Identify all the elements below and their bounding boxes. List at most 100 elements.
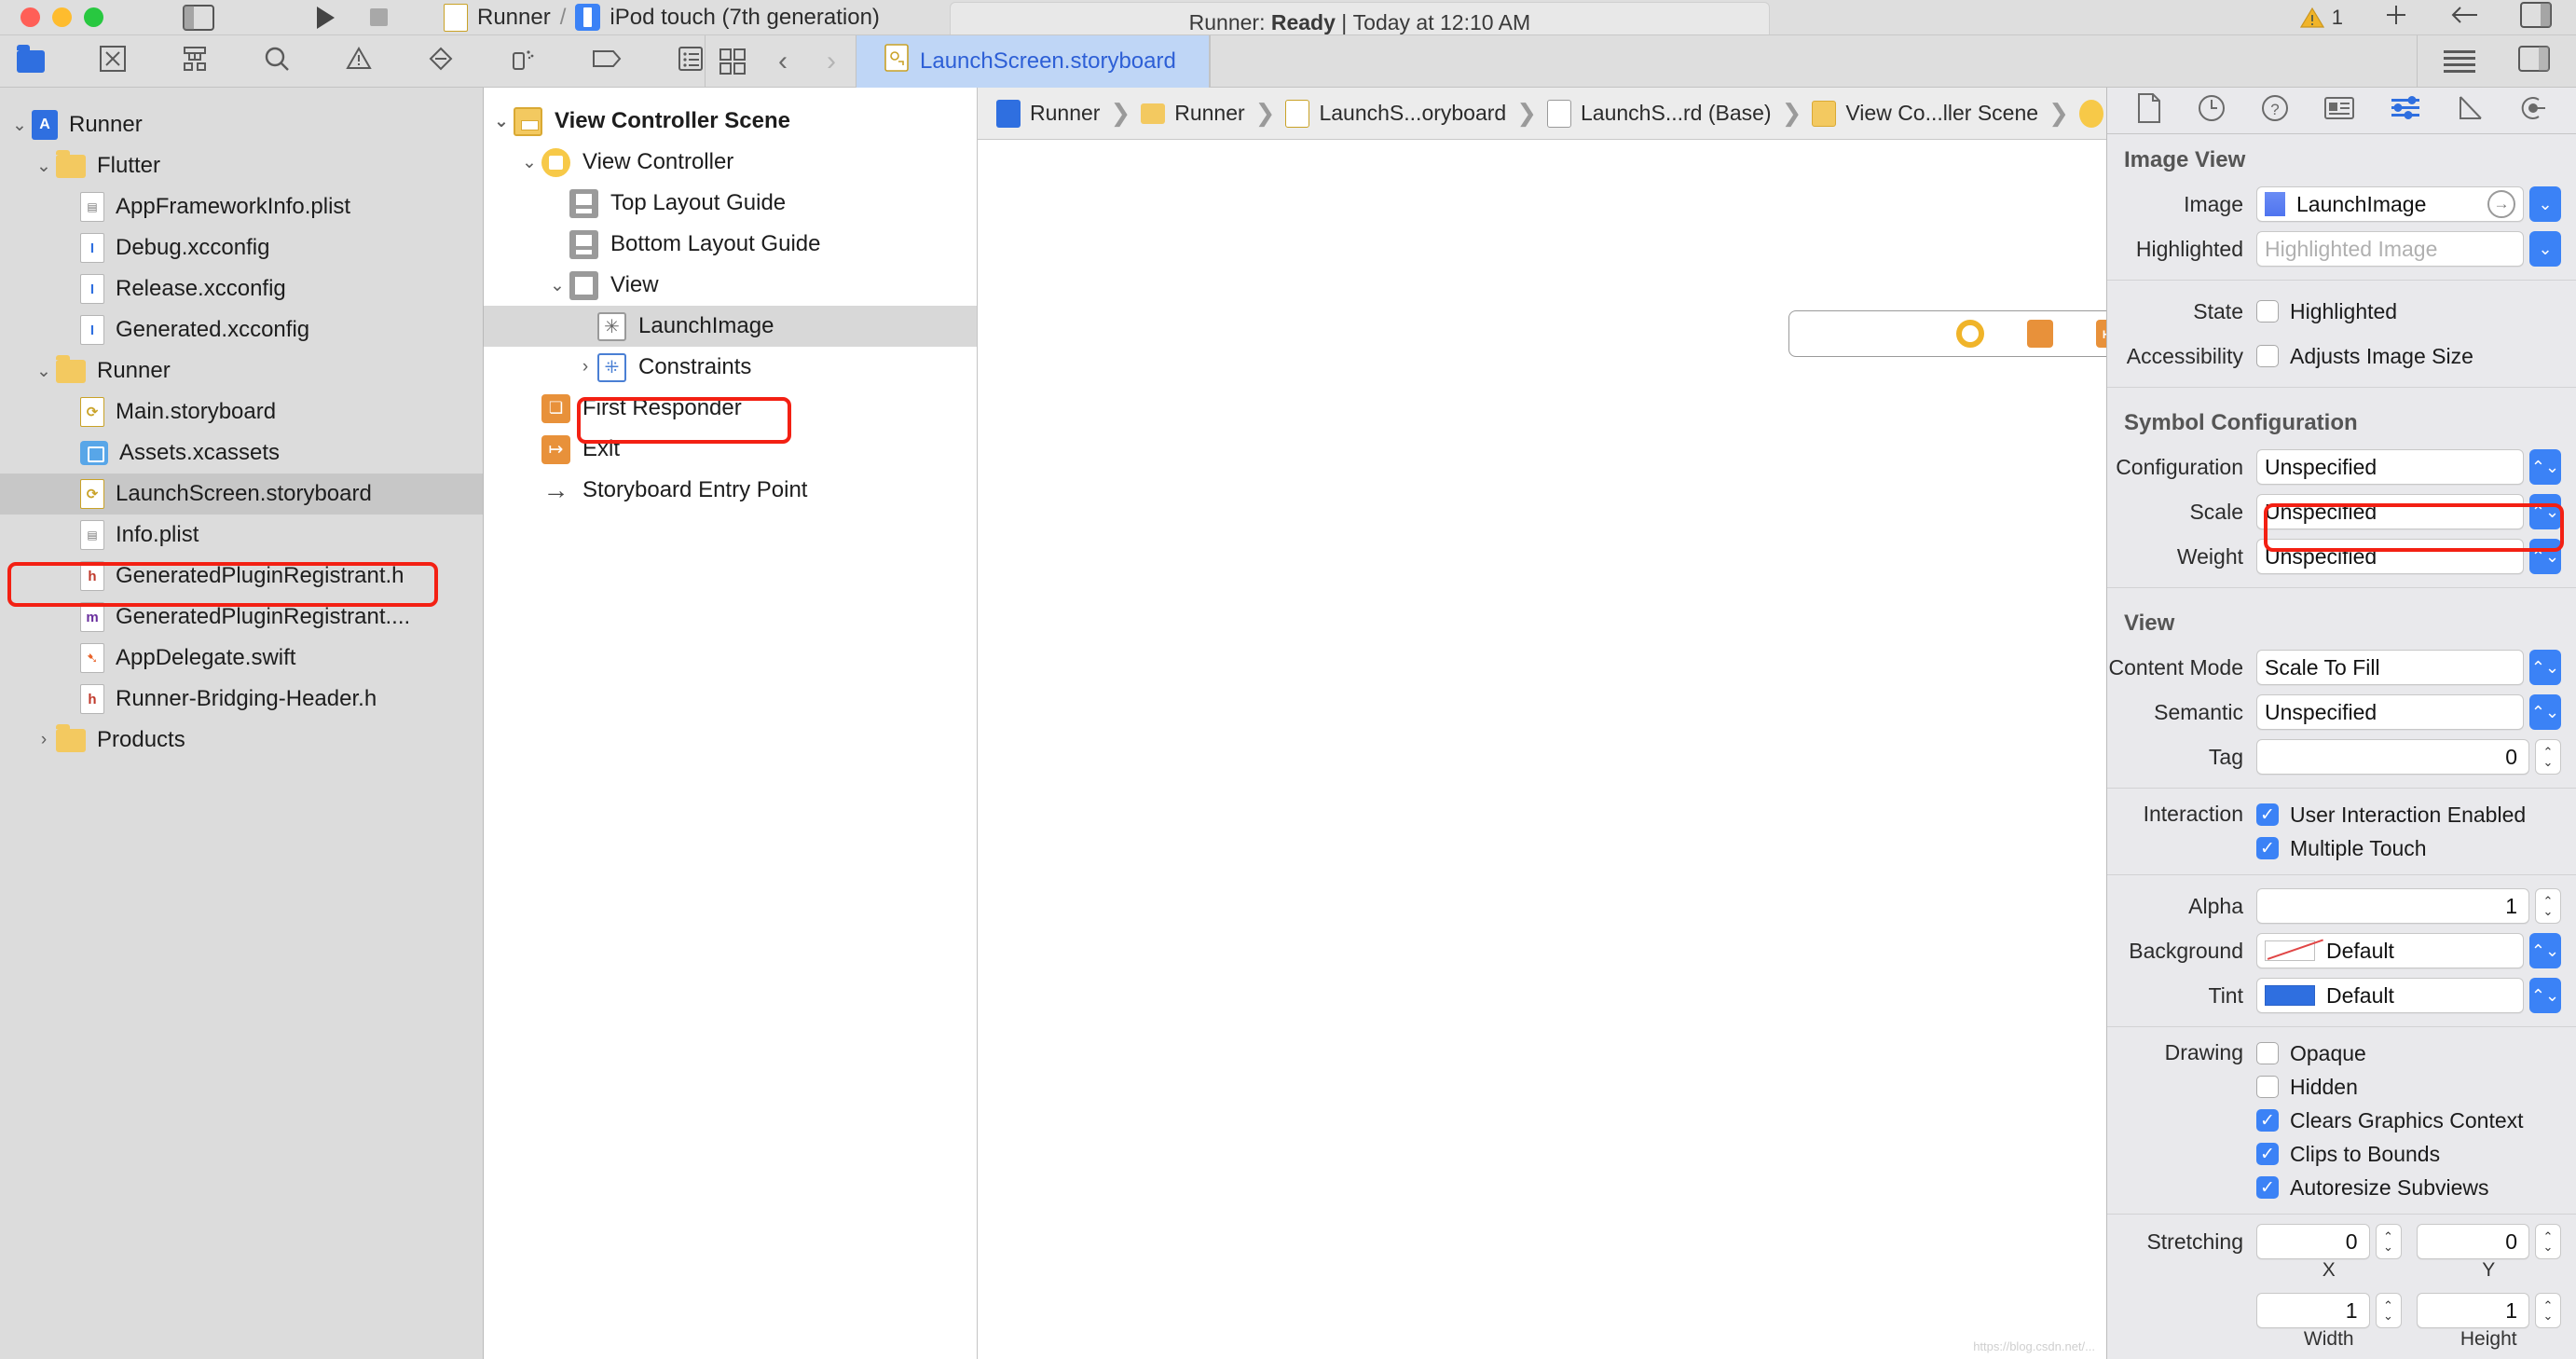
semantic-select[interactable]: Unspecified — [2256, 694, 2524, 730]
crossbox-icon[interactable] — [99, 45, 127, 77]
configuration-select[interactable]: Unspecified — [2256, 449, 2524, 485]
list-icon[interactable] — [677, 45, 705, 77]
clears-graphics-context-checkbox[interactable]: Clears Graphics Context — [2256, 1104, 2524, 1137]
interface-builder-canvas[interactable]: 离梦想很近的地方 离梦想很近的地方 — [978, 140, 2106, 1359]
outline-item-top-layout-guide[interactable]: Top Layout Guide — [484, 183, 977, 224]
toggle-inspector-icon[interactable] — [2520, 2, 2552, 33]
reveal-image-icon[interactable]: → — [2487, 190, 2515, 218]
state-highlighted-checkbox[interactable]: Highlighted — [2256, 295, 2397, 328]
exit-icon[interactable] — [2096, 320, 2106, 348]
tint-select[interactable]: Default — [2256, 978, 2524, 1013]
search-icon[interactable] — [263, 45, 291, 77]
navigator-item-generatedpluginregistrant[interactable]: m GeneratedPluginRegistrant.... — [0, 597, 483, 638]
background-stepper-button[interactable]: ⌃⌄ — [2529, 933, 2561, 968]
stretch-width-field[interactable]: 1 — [2256, 1293, 2370, 1328]
opaque-checkbox[interactable]: Opaque — [2256, 1036, 2366, 1070]
disclosure-triangle-open[interactable]: ⌄ — [545, 275, 569, 296]
background-select[interactable]: Default — [2256, 933, 2524, 968]
first-responder-icon[interactable] — [2027, 320, 2053, 348]
spray-icon[interactable] — [509, 45, 537, 77]
navigator-item-appframeworkinfo-plist[interactable]: ▤ AppFrameworkInfo.plist — [0, 186, 483, 227]
tint-stepper-button[interactable]: ⌃⌄ — [2529, 978, 2561, 1013]
window-controls[interactable] — [0, 7, 103, 27]
stretch-y-field[interactable]: 0 — [2416, 1224, 2529, 1259]
navigator-item-info-plist[interactable]: ▤ Info.plist — [0, 515, 483, 556]
list-view-icon[interactable] — [2444, 49, 2475, 73]
content-mode-select[interactable]: Scale To Fill — [2256, 650, 2524, 685]
image-field[interactable]: LaunchImage → — [2256, 186, 2524, 222]
breadcrumb-item-runner[interactable]: Runner — [996, 99, 1100, 128]
outline-item-constraints[interactable]: › Constraints — [484, 347, 977, 388]
navigator-item-release-xcconfig[interactable]: I Release.xcconfig — [0, 268, 483, 309]
run-button[interactable] — [317, 6, 335, 29]
outline-item-view-controller-scene[interactable]: ⌄ View Controller Scene — [484, 101, 977, 142]
navigator-item-debug-xcconfig[interactable]: I Debug.xcconfig — [0, 227, 483, 268]
tab-overview-button[interactable] — [705, 34, 759, 88]
history-inspector-icon[interactable] — [2197, 93, 2227, 128]
content-mode-stepper-button[interactable]: ⌃⌄ — [2529, 650, 2561, 685]
navigator-item-generated-xcconfig[interactable]: I Generated.xcconfig — [0, 309, 483, 350]
weight-select[interactable]: Unspecified — [2256, 539, 2524, 574]
navigator-item-generatedpluginregistrant-h[interactable]: h GeneratedPluginRegistrant.h — [0, 556, 483, 597]
toggle-navigator-icon[interactable] — [183, 4, 214, 31]
stretch-width-stepper[interactable]: ⌃ ⌄ — [2375, 1293, 2402, 1328]
warning-count-badge[interactable]: 1 — [2299, 6, 2343, 30]
disclosure-triangle-open[interactable]: ⌄ — [489, 111, 514, 132]
scale-stepper-button[interactable]: ⌃⌄ — [2529, 494, 2561, 529]
navigator-item-runner[interactable]: ⌄ Runner — [0, 104, 483, 145]
breadcrumb-item-view-co-ller-scene[interactable]: View Co...ller Scene — [1812, 100, 2038, 127]
breadcrumb-item-launchs-oryboard[interactable]: LaunchS...oryboard — [1285, 99, 1506, 128]
navigator-item-runner[interactable]: ⌄ Runner — [0, 350, 483, 391]
go-back-button[interactable]: ‹ — [759, 35, 807, 88]
disclosure-triangle-open[interactable]: ⌄ — [32, 361, 56, 382]
go-forward-button[interactable]: › — [807, 35, 856, 88]
navigator-item-products[interactable]: › Products — [0, 720, 483, 761]
weight-stepper-button[interactable]: ⌃⌄ — [2529, 539, 2561, 574]
breadcrumb-item-launchs-rd-base[interactable]: LaunchS...rd (Base) — [1547, 99, 1772, 128]
tag-stepper[interactable]: ⌃ ⌄ — [2535, 739, 2561, 775]
stretch-y-stepper[interactable]: ⌃ ⌄ — [2535, 1224, 2561, 1259]
size-inspector-icon[interactable] — [2455, 94, 2485, 127]
identity-inspector-icon[interactable] — [2323, 95, 2355, 126]
image-dropdown-button[interactable]: ⌄ — [2529, 186, 2561, 222]
alpha-field[interactable]: 1 — [2256, 888, 2529, 924]
navigator-item-flutter[interactable]: ⌄ Flutter — [0, 145, 483, 186]
scene-dock[interactable] — [1788, 310, 2106, 357]
folder-icon[interactable] — [17, 44, 45, 73]
tag-field[interactable]: 0 — [2256, 739, 2529, 775]
highlighted-dropdown-button[interactable]: ⌄ — [2529, 231, 2561, 267]
run-stop-controls[interactable] — [317, 6, 388, 29]
disclosure-triangle-closed[interactable]: › — [32, 730, 56, 750]
navigator-item-launchscreen-storyboard[interactable]: ⟳ LaunchScreen.storyboard — [0, 474, 483, 515]
stretch-height-field[interactable]: 1 — [2416, 1293, 2529, 1328]
disclosure-triangle-open[interactable]: ⌄ — [32, 156, 56, 177]
navigator-item-appdelegate-swift[interactable]: ➷ AppDelegate.swift — [0, 638, 483, 679]
semantic-stepper-button[interactable]: ⌃⌄ — [2529, 694, 2561, 730]
breadcrumb-item-runner[interactable]: Runner — [1141, 101, 1245, 126]
split-editor-icon[interactable] — [2518, 46, 2550, 76]
highlighted-field[interactable]: Highlighted Image — [2256, 231, 2524, 267]
breadcrumb-item-view-controller[interactable]: View Controller — [2078, 99, 2106, 128]
hierarchy-icon[interactable] — [181, 45, 209, 77]
outline-item-exit[interactable]: Exit — [484, 429, 977, 470]
help-inspector-icon[interactable]: ? — [2260, 93, 2290, 128]
maximize-window-button[interactable] — [84, 7, 103, 27]
outline-item-storyboard-entry-point[interactable]: Storyboard Entry Point — [484, 470, 977, 511]
stop-button[interactable] — [370, 8, 388, 26]
accessibility-adjusts-checkbox[interactable]: Adjusts Image Size — [2256, 339, 2473, 373]
disclosure-triangle-open[interactable]: ⌄ — [517, 152, 541, 173]
tag-icon[interactable] — [591, 47, 623, 76]
scale-select[interactable]: Unspecified — [2256, 494, 2524, 529]
user-interaction-enabled-checkbox[interactable]: User Interaction Enabled — [2256, 798, 2526, 831]
connections-inspector-icon[interactable] — [2518, 93, 2548, 128]
navigator-item-assets-xcassets[interactable]: Assets.xcassets — [0, 432, 483, 474]
outline-item-view[interactable]: ⌄ View — [484, 265, 977, 306]
stretch-x-field[interactable]: 0 — [2256, 1224, 2370, 1259]
outline-item-view-controller[interactable]: ⌄ View Controller — [484, 142, 977, 183]
editor-options-icon[interactable] — [2449, 3, 2481, 32]
navigator-item-runner-bridging-header-h[interactable]: h Runner-Bridging-Header.h — [0, 679, 483, 720]
warning-icon[interactable] — [345, 45, 373, 77]
navigator-item-main-storyboard[interactable]: ⟳ Main.storyboard — [0, 391, 483, 432]
hidden-checkbox[interactable]: Hidden — [2256, 1070, 2358, 1104]
configuration-stepper-button[interactable]: ⌃⌄ — [2529, 449, 2561, 485]
